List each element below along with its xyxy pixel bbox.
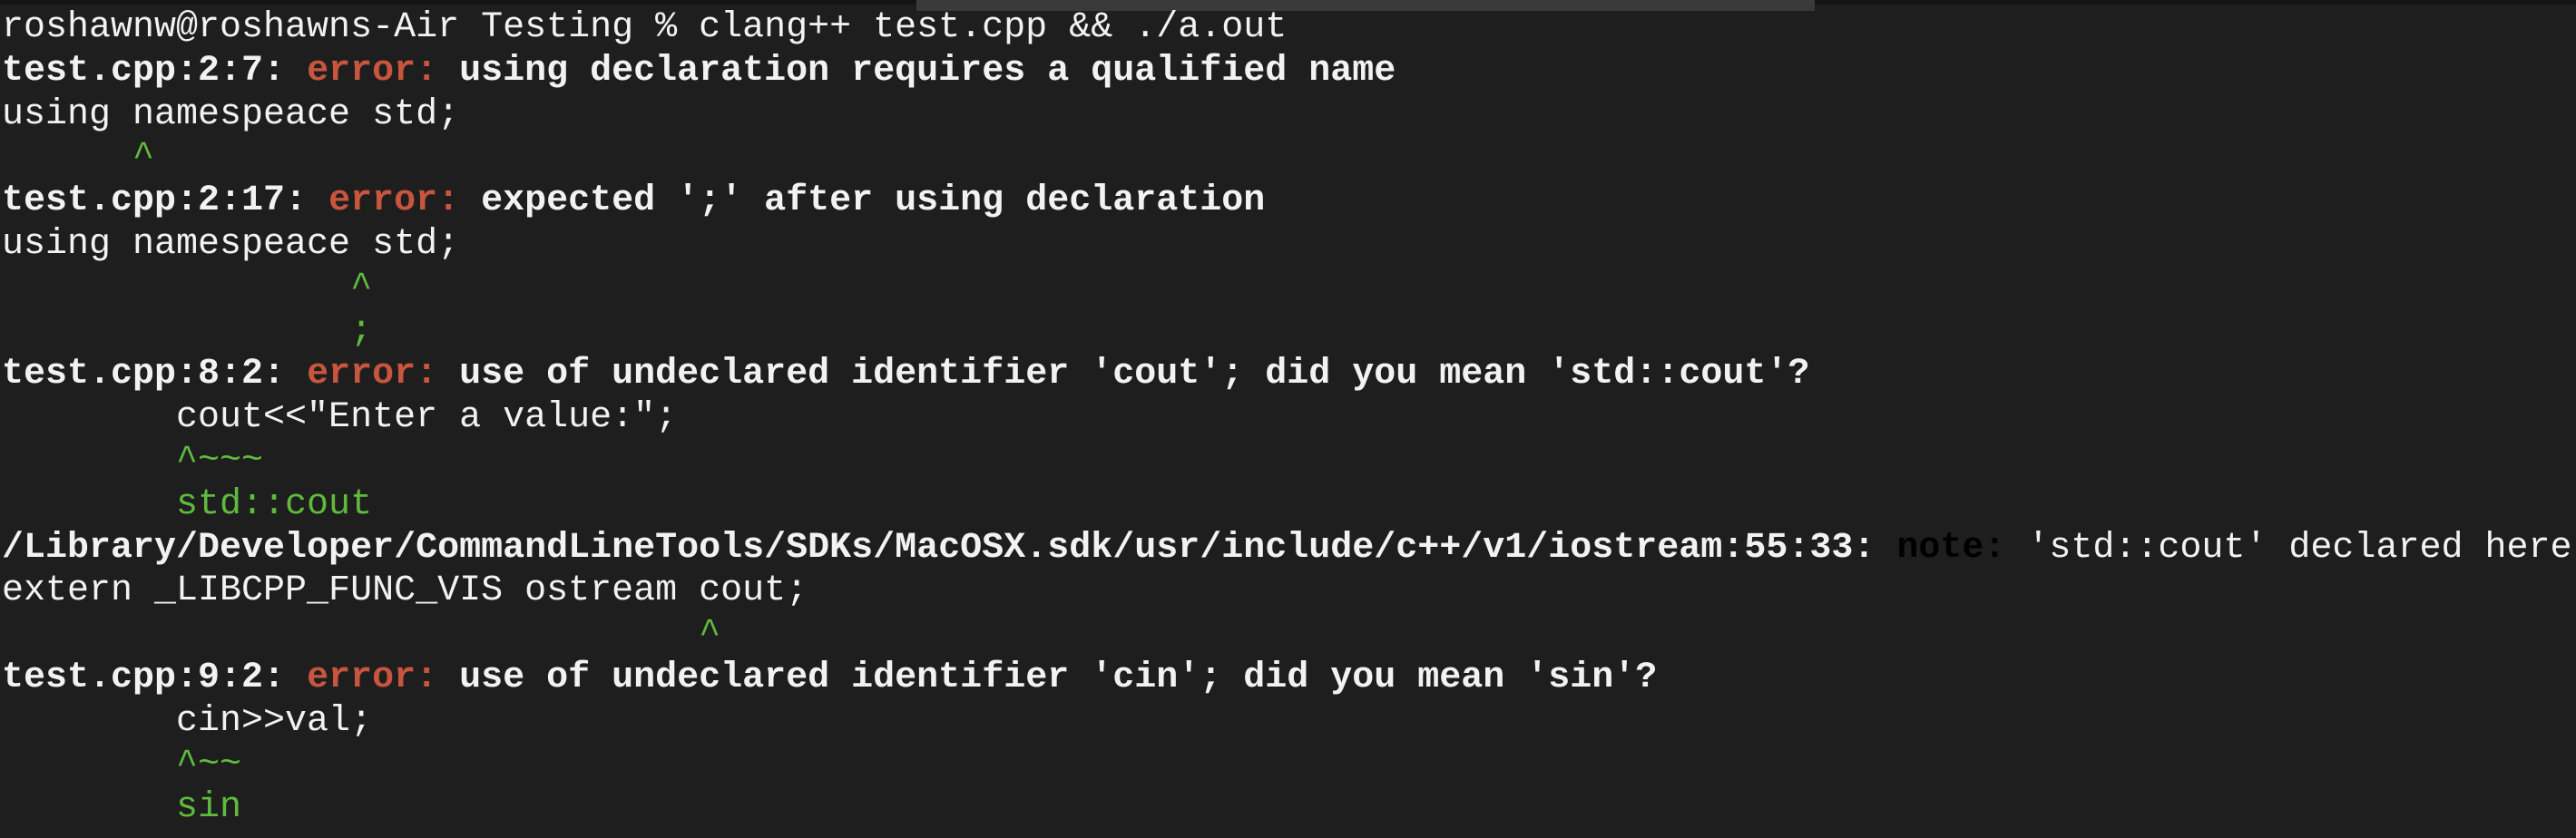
fixit-hint: ^~~ [2, 744, 242, 785]
fixit-hint: sin [2, 787, 242, 829]
terminal-line: test.cpp:9:2: error: use of undeclared i… [2, 657, 2576, 700]
terminal-line: using namespeace std; [2, 93, 2576, 137]
error-label: error: [307, 354, 460, 395]
fixit-hint: ^ [2, 137, 155, 179]
error-label: error: [307, 657, 460, 698]
error-label: error: [307, 50, 460, 92]
terminal-line: ^~~ [2, 744, 2576, 787]
terminal-line: test.cpp:8:2: error: use of undeclared i… [2, 353, 2576, 396]
terminal-line: sin [2, 786, 2576, 830]
fixit-hint: ; [2, 310, 373, 352]
output-text: extern _LIBCPP_FUNC_VIS ostream cout; [2, 570, 808, 612]
terminal-line: using namespeace std; [2, 223, 2576, 267]
terminal-output[interactable]: roshawnw@roshawns-Air Testing % clang++ … [2, 6, 2576, 830]
terminal-line: ^ [2, 613, 2576, 657]
terminal-line: test.cpp:2:17: error: expected ';' after… [2, 180, 2576, 223]
diagnostic-text: expected ';' after using declaration [481, 180, 1266, 222]
fixit-hint: ^ [2, 614, 721, 656]
terminal-line: /Library/Developer/CommandLineTools/SDKs… [2, 527, 2576, 570]
terminal-line: cin>>val; [2, 700, 2576, 744]
command-prompt-line: roshawnw@roshawns-Air Testing % clang++ … [2, 6, 2576, 50]
note-label: note: [1896, 527, 2028, 569]
terminal-line: ^ [2, 136, 2576, 180]
diagnostic-text: using declaration requires a qualified n… [459, 50, 1396, 92]
fixit-hint: std::cout [2, 483, 373, 525]
output-text: cout<<"Enter a value:"; [2, 397, 678, 439]
terminal-line: cout<<"Enter a value:"; [2, 396, 2576, 440]
diagnostic-text: use of undeclared identifier 'cin'; did … [459, 657, 1658, 698]
diagnostic-text: test.cpp:2:7: [2, 50, 308, 92]
terminal-line: test.cpp:2:7: error: using declaration r… [2, 50, 2576, 93]
diagnostic-text: use of undeclared identifier 'cout'; did… [459, 354, 1810, 395]
output-text: roshawnw@roshawns-Air Testing % clang++ … [2, 7, 1288, 48]
output-text: 'std::cout' declared here [2027, 527, 2572, 569]
fixit-hint: ^ [2, 267, 373, 308]
diagnostic-text: test.cpp:2:17: [2, 180, 329, 222]
output-text: using namespeace std; [2, 93, 460, 135]
terminal-line: extern _LIBCPP_FUNC_VIS ostream cout; [2, 570, 2576, 613]
diagnostic-text: test.cpp:8:2: [2, 354, 308, 395]
terminal-line: ^ [2, 267, 2576, 310]
terminal-line: ; [2, 310, 2576, 354]
terminal-line: ^~~~ [2, 440, 2576, 483]
output-text: using namespeace std; [2, 223, 460, 265]
error-label: error: [328, 180, 482, 222]
fixit-hint: ^~~~ [2, 440, 264, 482]
diagnostic-text: /Library/Developer/CommandLineTools/SDKs… [2, 527, 1897, 569]
diagnostic-text: test.cpp:9:2: [2, 657, 308, 698]
output-text: cin>>val; [2, 700, 373, 742]
terminal-line: std::cout [2, 483, 2576, 527]
